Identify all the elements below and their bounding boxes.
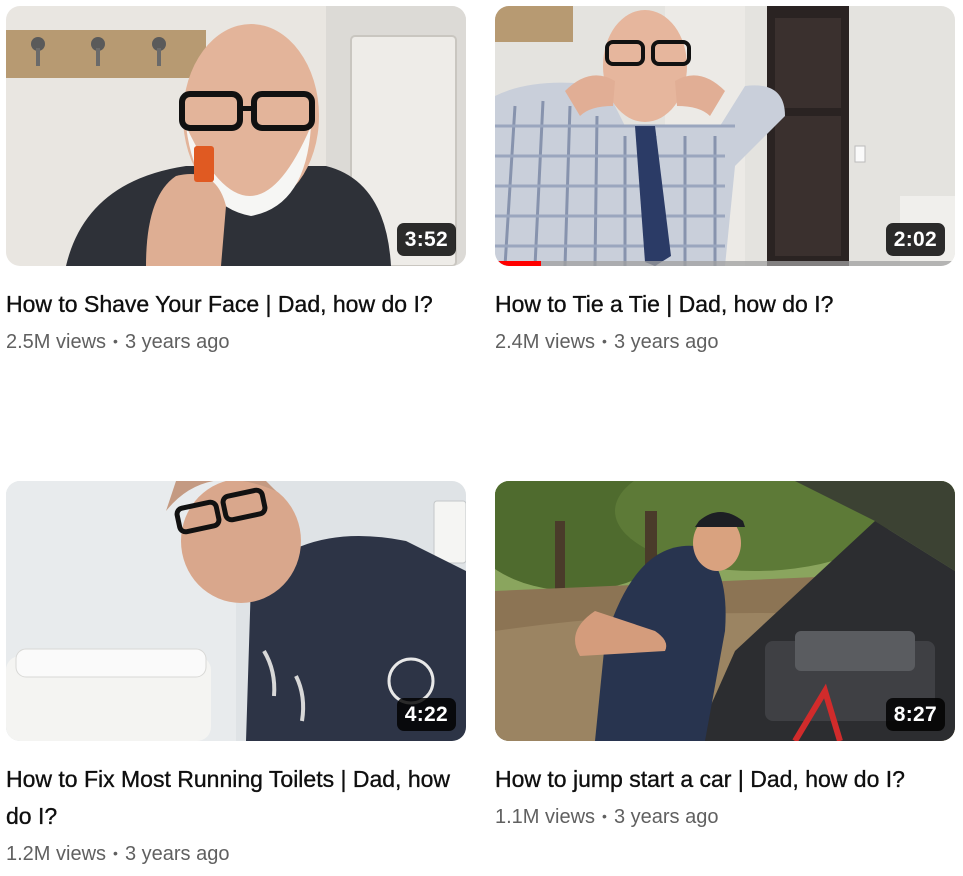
video-title[interactable]: How to Shave Your Face | Dad, how do I? (6, 286, 466, 323)
video-meta: 1.2M views • 3 years ago (6, 838, 466, 869)
duration-badge: 8:27 (885, 698, 945, 731)
video-card[interactable]: 2:02 How to Tie a Tie | Dad, how do I? 2… (495, 6, 955, 357)
video-meta: 2.5M views • 3 years ago (6, 326, 466, 357)
video-thumbnail[interactable]: 8:27 (495, 481, 955, 741)
view-count: 1.1M views (495, 806, 596, 828)
watch-progress-fill (495, 261, 541, 266)
meta-separator: • (113, 333, 118, 349)
video-card[interactable]: 8:27 How to jump start a car | Dad, how … (495, 481, 955, 832)
duration-badge: 4:22 (396, 698, 456, 731)
meta-separator: • (113, 845, 118, 861)
duration-badge: 3:52 (396, 223, 456, 256)
upload-age: 3 years ago (613, 331, 719, 353)
video-meta: 2.4M views • 3 years ago (495, 326, 955, 357)
video-thumbnail[interactable]: 4:22 (6, 481, 466, 741)
video-thumbnail[interactable]: 2:02 (495, 6, 955, 266)
view-count: 1.2M views (6, 843, 107, 865)
video-meta: 1.1M views • 3 years ago (495, 801, 955, 832)
meta-separator: • (602, 808, 607, 824)
watch-progress-bar (495, 261, 955, 266)
video-title[interactable]: How to Tie a Tie | Dad, how do I? (495, 286, 955, 323)
meta-separator: • (602, 333, 607, 349)
video-card[interactable]: 3:52 How to Shave Your Face | Dad, how d… (6, 6, 466, 357)
view-count: 2.4M views (495, 331, 596, 353)
view-count: 2.5M views (6, 331, 107, 353)
duration-badge: 2:02 (885, 223, 945, 256)
upload-age: 3 years ago (124, 843, 230, 865)
video-title[interactable]: How to jump start a car | Dad, how do I? (495, 761, 955, 798)
video-thumbnail[interactable]: 3:52 (6, 6, 466, 266)
video-card[interactable]: 4:22 How to Fix Most Running Toilets | D… (6, 481, 466, 869)
upload-age: 3 years ago (124, 331, 230, 353)
upload-age: 3 years ago (613, 806, 719, 828)
video-title[interactable]: How to Fix Most Running Toilets | Dad, h… (6, 761, 466, 835)
